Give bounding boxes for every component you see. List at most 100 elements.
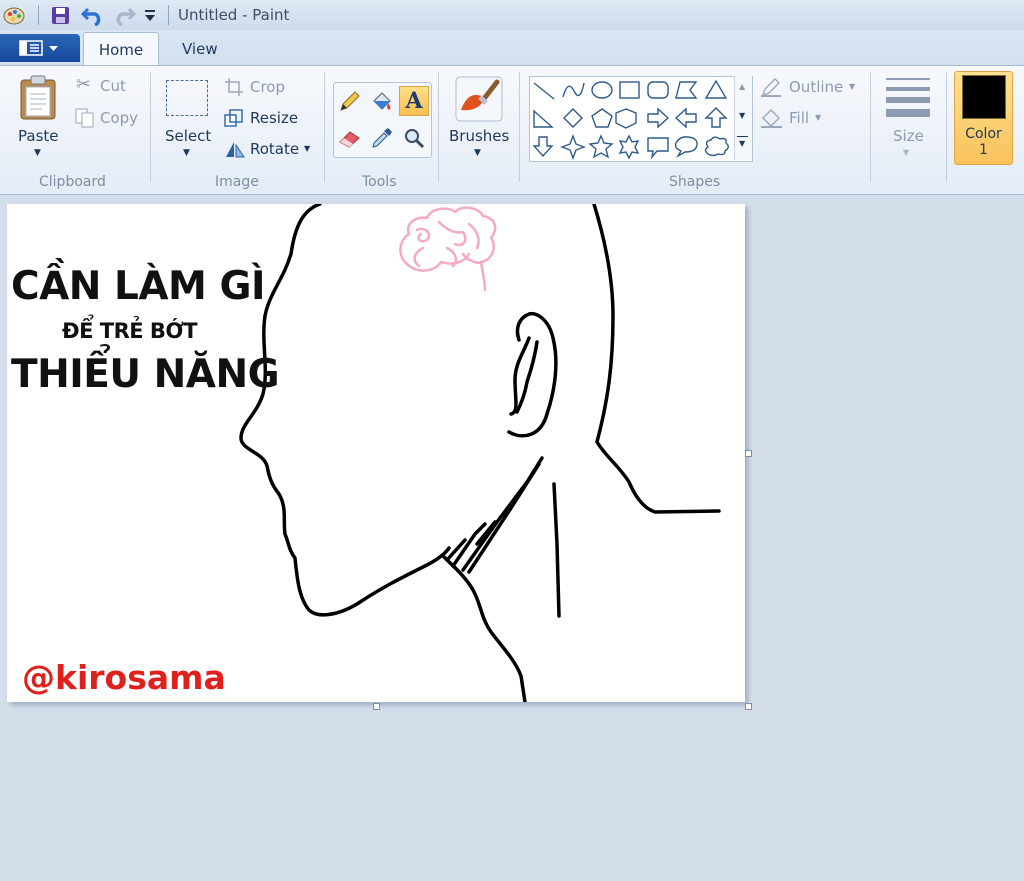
heading-line-3: THIỂU NĂNG bbox=[11, 352, 280, 397]
line-shape-icon bbox=[533, 82, 555, 100]
magnifier-tool[interactable] bbox=[399, 123, 429, 153]
curve-shape-icon bbox=[562, 82, 585, 98]
select-rectangle-icon bbox=[166, 80, 208, 116]
shapes-group-label: Shapes bbox=[669, 174, 721, 190]
resize-icon bbox=[224, 109, 243, 127]
customize-quick-access-icon[interactable] bbox=[143, 9, 157, 23]
resize-label: Resize bbox=[250, 109, 299, 127]
canvas-resize-handle-bottom[interactable] bbox=[373, 703, 380, 710]
paint-bucket-icon bbox=[373, 92, 391, 110]
pentagon-shape-icon bbox=[591, 108, 613, 128]
four-point-star-shape-icon bbox=[560, 134, 586, 160]
eraser-icon bbox=[339, 131, 360, 148]
brushes-dropdown-icon: ▼ bbox=[474, 148, 481, 158]
tools-palette: A bbox=[333, 82, 432, 158]
paint-app-icon[interactable] bbox=[2, 5, 26, 25]
polygon-shape-icon bbox=[675, 81, 698, 99]
crop-button: Crop bbox=[224, 77, 294, 97]
cloud-callout-shape-icon bbox=[704, 136, 729, 157]
scroll-down-icon[interactable]: ▼ bbox=[739, 111, 745, 120]
heading-line-2: ĐỂ TRẺ BỚT bbox=[62, 319, 198, 343]
size-line-thick bbox=[886, 97, 930, 103]
size-line-thickest bbox=[886, 109, 930, 117]
tab-view[interactable]: View bbox=[182, 40, 218, 58]
size-label: Size bbox=[893, 127, 924, 145]
eraser-tool[interactable] bbox=[335, 123, 365, 153]
save-icon[interactable] bbox=[50, 5, 72, 25]
color-1-label: Color 1 bbox=[954, 126, 1013, 158]
brushes-button[interactable]: Brushes ▼ bbox=[447, 72, 511, 164]
select-button[interactable]: Select ▼ bbox=[162, 74, 214, 164]
pencil-tool[interactable] bbox=[335, 86, 365, 116]
shape-icons bbox=[532, 79, 729, 160]
fill-dropdown-icon: ▼ bbox=[815, 113, 822, 122]
pencil-icon bbox=[340, 91, 360, 111]
fill-tool[interactable] bbox=[367, 86, 397, 116]
color-1-swatch bbox=[962, 75, 1006, 119]
back-of-head-line bbox=[592, 204, 721, 514]
redo-icon[interactable] bbox=[112, 4, 136, 26]
color-picker-tool[interactable] bbox=[367, 123, 397, 153]
up-arrow-shape-icon bbox=[704, 107, 728, 128]
group-separator bbox=[150, 72, 151, 182]
neck-vertical-line bbox=[552, 482, 561, 618]
rotate-button[interactable]: Rotate ▼ bbox=[224, 139, 316, 159]
text-icon: A bbox=[405, 88, 423, 114]
quick-access-separator bbox=[38, 5, 39, 25]
outline-dropdown-icon: ▼ bbox=[849, 82, 856, 91]
down-arrow-shape-icon bbox=[532, 136, 554, 158]
copy-icon bbox=[75, 108, 94, 128]
paste-button[interactable]: Paste ▼ bbox=[12, 72, 66, 164]
group-separator bbox=[519, 72, 520, 182]
title-bar: Untitled - Paint bbox=[0, 0, 1024, 30]
tools-group-label: Tools bbox=[362, 174, 397, 190]
rectangle-shape-icon bbox=[619, 81, 640, 99]
ear-fold-line bbox=[515, 340, 539, 414]
scissors-icon: ✂ bbox=[76, 74, 92, 95]
magnifier-icon bbox=[405, 129, 425, 149]
heading-line-1: CẦN LÀM GÌ bbox=[11, 264, 265, 309]
shapes-gallery[interactable] bbox=[529, 76, 753, 162]
size-line-medium bbox=[886, 87, 930, 91]
group-separator bbox=[438, 72, 439, 182]
diamond-shape-icon bbox=[563, 108, 583, 128]
neck-front-line bbox=[441, 554, 527, 702]
right-triangle-shape-icon bbox=[533, 109, 554, 128]
copy-button: Copy bbox=[74, 107, 140, 128]
right-arrow-shape-icon bbox=[647, 107, 670, 129]
paste-dropdown-icon: ▼ bbox=[34, 148, 41, 158]
left-arrow-shape-icon bbox=[674, 107, 697, 129]
clipboard-group-label: Clipboard bbox=[39, 174, 106, 190]
tab-home[interactable]: Home bbox=[83, 32, 159, 66]
six-point-star-shape-icon bbox=[618, 134, 640, 160]
text-tool[interactable]: A bbox=[399, 86, 429, 116]
size-line-thin bbox=[886, 78, 930, 80]
window-title: Untitled - Paint bbox=[178, 6, 290, 24]
signature-text: @kirosama bbox=[22, 658, 226, 697]
size-button: Size ▼ bbox=[880, 72, 936, 164]
oval-callout-shape-icon bbox=[674, 136, 698, 158]
image-group-label: Image bbox=[215, 174, 259, 190]
cut-label: Cut bbox=[100, 77, 126, 95]
drawing-canvas[interactable]: CẦN LÀM GÌ ĐỂ TRẺ BỚT THIỂU NĂNG @kirosa… bbox=[7, 204, 745, 702]
outline-icon bbox=[761, 78, 781, 97]
brush-icon bbox=[455, 76, 503, 122]
triangle-shape-icon bbox=[704, 79, 728, 99]
shapes-gallery-scroll[interactable]: ▲ ▼ ▼ bbox=[734, 76, 752, 160]
canvas-resize-handle-corner[interactable] bbox=[745, 703, 752, 710]
crop-label: Crop bbox=[250, 78, 286, 96]
canvas-resize-handle-right[interactable] bbox=[745, 450, 752, 457]
resize-button[interactable]: Resize bbox=[224, 108, 304, 128]
expand-gallery-bar bbox=[737, 136, 748, 137]
scroll-up-icon[interactable]: ▲ bbox=[739, 82, 745, 91]
undo-icon[interactable] bbox=[81, 4, 105, 26]
oval-shape-icon bbox=[591, 81, 613, 99]
group-separator bbox=[324, 72, 325, 182]
expand-gallery-icon[interactable]: ▼ bbox=[739, 139, 745, 148]
neck-tendon-line bbox=[467, 462, 541, 574]
paint-menu-button[interactable] bbox=[0, 34, 80, 62]
cut-button: ✂ Cut bbox=[74, 74, 134, 96]
eyedropper-icon bbox=[372, 128, 392, 148]
outline-label: Outline bbox=[789, 78, 844, 96]
menu-icon bbox=[19, 40, 58, 56]
